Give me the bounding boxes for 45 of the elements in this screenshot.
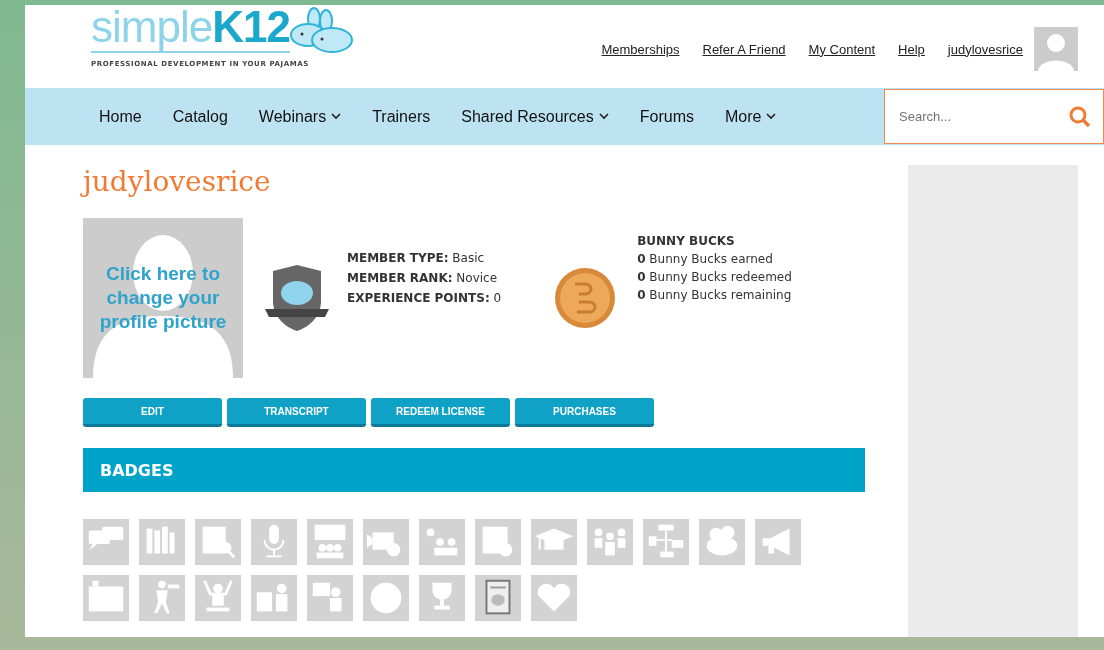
teacher-icon xyxy=(307,575,353,621)
flowchart-icon xyxy=(643,519,689,565)
graduation-cap-icon xyxy=(531,519,577,565)
header-link[interactable]: Help xyxy=(898,41,925,57)
nav-link[interactable]: Trainers xyxy=(372,107,431,126)
nav-link[interactable]: Home xyxy=(99,107,142,126)
cloud-icon xyxy=(699,519,745,565)
member-stat: MEMBER RANK: Novice xyxy=(347,270,499,287)
certificate-icon xyxy=(475,575,521,621)
caret-icon xyxy=(766,113,777,120)
nav-link[interactable]: Shared Resources xyxy=(461,107,609,126)
badges-header: BADGES xyxy=(83,448,865,492)
people-icon xyxy=(419,519,465,565)
bunny-bucks-line: 0 Bunny Bucks earned xyxy=(637,251,774,268)
nav-link[interactable]: Forums xyxy=(639,107,694,126)
microphone-icon xyxy=(251,519,297,565)
film-icon xyxy=(307,519,353,565)
member-shield-icon xyxy=(263,263,331,333)
header-link[interactable]: Memberships xyxy=(601,41,680,57)
header-link[interactable]: judylovesrice xyxy=(947,41,1023,57)
bunny-bucks-line: 0 Bunny Bucks remaining xyxy=(637,287,792,304)
header-link[interactable]: My Content xyxy=(808,41,876,57)
avatar-icon[interactable] xyxy=(1034,27,1078,71)
trophy-icon xyxy=(419,575,465,621)
chat-icon xyxy=(83,519,129,565)
member-stat: EXPERIENCE POINTS: 0 xyxy=(347,290,502,307)
caret-icon xyxy=(598,113,609,120)
nav-link[interactable]: Catalog xyxy=(172,107,228,126)
bunny-bucks-title: BUNNY BUCKS xyxy=(637,233,736,250)
group-icon xyxy=(587,519,633,565)
board-icon xyxy=(83,575,129,621)
header-link[interactable]: Refer A Friend xyxy=(702,41,786,57)
cheering-person-icon xyxy=(195,575,241,621)
books-icon xyxy=(139,519,185,565)
nav-link[interactable]: More xyxy=(725,107,777,126)
caret-icon xyxy=(331,113,342,120)
person-icon xyxy=(139,575,185,621)
magnifier-icon xyxy=(195,519,241,565)
megaphone-icon xyxy=(755,519,801,565)
bunny-bucks-line: 0 Bunny Bucks redeemed xyxy=(637,269,792,286)
search-icon[interactable] xyxy=(1069,105,1091,128)
video-camera-icon xyxy=(363,519,409,565)
nav-link[interactable]: Webinars xyxy=(258,107,342,126)
member-stat: MEMBER TYPE: Basic xyxy=(347,250,486,267)
presenter-icon xyxy=(251,575,297,621)
